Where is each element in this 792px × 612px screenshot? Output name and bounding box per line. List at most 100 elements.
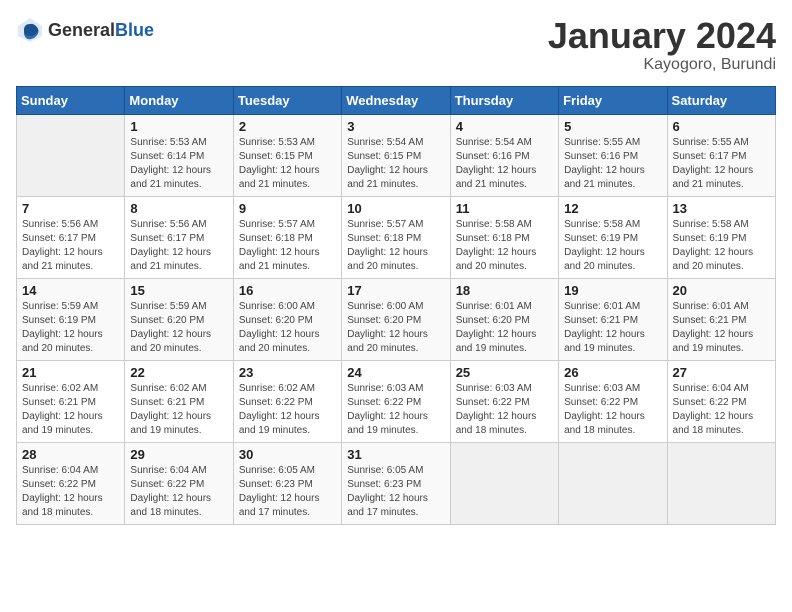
calendar-cell <box>450 442 558 524</box>
day-info: Sunrise: 6:01 AM Sunset: 6:20 PM Dayligh… <box>456 300 553 356</box>
day-info: Sunrise: 5:55 AM Sunset: 6:16 PM Dayligh… <box>564 136 661 192</box>
day-info: Sunrise: 6:04 AM Sunset: 6:22 PM Dayligh… <box>22 464 119 520</box>
day-number: 8 <box>130 201 227 216</box>
day-number: 18 <box>456 283 553 298</box>
calendar-cell <box>559 442 667 524</box>
calendar-cell: 29Sunrise: 6:04 AM Sunset: 6:22 PM Dayli… <box>125 442 233 524</box>
day-number: 6 <box>673 119 770 134</box>
logo-icon <box>16 16 44 44</box>
day-number: 14 <box>22 283 119 298</box>
day-number: 24 <box>347 365 444 380</box>
day-number: 17 <box>347 283 444 298</box>
calendar-cell <box>667 442 775 524</box>
day-number: 31 <box>347 447 444 462</box>
calendar-cell: 31Sunrise: 6:05 AM Sunset: 6:23 PM Dayli… <box>342 442 450 524</box>
calendar-week-row: 1 Sunrise: 5:53 AM Sunset: 6:14 PM Daylig… <box>17 114 776 196</box>
logo-text: GeneralBlue <box>48 20 154 41</box>
day-number: 15 <box>130 283 227 298</box>
header-monday: Monday <box>125 86 233 114</box>
day-info: Sunrise: 5:59 AM Sunset: 6:19 PM Dayligh… <box>22 300 119 356</box>
day-info: Sunrise: 5:54 AM Sunset: 6:15 PM Dayligh… <box>347 136 444 192</box>
header-sunday: Sunday <box>17 86 125 114</box>
calendar-cell: 18 Sunrise: 6:01 AM Sunset: 6:20 PM Dayli… <box>450 278 558 360</box>
calendar-cell: 9 Sunrise: 5:57 AM Sunset: 6:18 PM Daylig… <box>233 196 341 278</box>
day-number: 1 <box>130 119 227 134</box>
day-info: Sunrise: 5:58 AM Sunset: 6:18 PM Dayligh… <box>456 218 553 274</box>
calendar-cell: 13 Sunrise: 5:58 AM Sunset: 6:19 PM Dayli… <box>667 196 775 278</box>
calendar-cell: 27 Sunrise: 6:04 AM Sunset: 6:22 PM Dayli… <box>667 360 775 442</box>
calendar-cell: 3 Sunrise: 5:54 AM Sunset: 6:15 PM Daylig… <box>342 114 450 196</box>
logo-general: General <box>48 20 115 40</box>
day-number: 19 <box>564 283 661 298</box>
header-tuesday: Tuesday <box>233 86 341 114</box>
day-info: Sunrise: 5:56 AM Sunset: 6:17 PM Dayligh… <box>22 218 119 274</box>
calendar-cell: 22 Sunrise: 6:02 AM Sunset: 6:21 PM Dayli… <box>125 360 233 442</box>
month-year: January 2024 <box>548 16 776 56</box>
day-info: Sunrise: 5:53 AM Sunset: 6:14 PM Dayligh… <box>130 136 227 192</box>
calendar-cell: 19 Sunrise: 6:01 AM Sunset: 6:21 PM Dayli… <box>559 278 667 360</box>
day-number: 2 <box>239 119 336 134</box>
day-number: 25 <box>456 365 553 380</box>
calendar-cell: 21Sunrise: 6:02 AM Sunset: 6:21 PM Dayli… <box>17 360 125 442</box>
calendar-cell: 25 Sunrise: 6:03 AM Sunset: 6:22 PM Dayli… <box>450 360 558 442</box>
day-number: 27 <box>673 365 770 380</box>
calendar-cell: 17 Sunrise: 6:00 AM Sunset: 6:20 PM Dayli… <box>342 278 450 360</box>
day-info: Sunrise: 5:57 AM Sunset: 6:18 PM Dayligh… <box>239 218 336 274</box>
day-info: Sunrise: 6:05 AM Sunset: 6:23 PM Dayligh… <box>239 464 336 520</box>
header-thursday: Thursday <box>450 86 558 114</box>
day-number: 20 <box>673 283 770 298</box>
day-info: Sunrise: 5:55 AM Sunset: 6:17 PM Dayligh… <box>673 136 770 192</box>
calendar-cell <box>17 114 125 196</box>
header-wednesday: Wednesday <box>342 86 450 114</box>
location: Kayogoro, Burundi <box>548 56 776 74</box>
day-info: Sunrise: 5:54 AM Sunset: 6:16 PM Dayligh… <box>456 136 553 192</box>
calendar-cell: 23 Sunrise: 6:02 AM Sunset: 6:22 PM Dayli… <box>233 360 341 442</box>
day-number: 7 <box>22 201 119 216</box>
day-info: Sunrise: 5:57 AM Sunset: 6:18 PM Dayligh… <box>347 218 444 274</box>
calendar-cell: 5Sunrise: 5:55 AM Sunset: 6:16 PM Daylig… <box>559 114 667 196</box>
calendar-cell: 11 Sunrise: 5:58 AM Sunset: 6:18 PM Dayli… <box>450 196 558 278</box>
day-info: Sunrise: 6:01 AM Sunset: 6:21 PM Dayligh… <box>564 300 661 356</box>
calendar-cell: 7 Sunrise: 5:56 AM Sunset: 6:17 PM Daylig… <box>17 196 125 278</box>
calendar-header-row: SundayMondayTuesdayWednesdayThursdayFrid… <box>17 86 776 114</box>
day-info: Sunrise: 6:02 AM Sunset: 6:21 PM Dayligh… <box>130 382 227 438</box>
logo-blue: Blue <box>115 20 154 40</box>
day-number: 3 <box>347 119 444 134</box>
calendar-week-row: 21 Sunrise: 6:02 AM Sunset: 6:21 PM Dayli… <box>17 360 776 442</box>
day-number: 22 <box>130 365 227 380</box>
day-number: 9 <box>239 201 336 216</box>
day-info: Sunrise: 6:03 AM Sunset: 6:22 PM Dayligh… <box>456 382 553 438</box>
day-number: 23 <box>239 365 336 380</box>
day-info: Sunrise: 5:58 AM Sunset: 6:19 PM Dayligh… <box>564 218 661 274</box>
day-info: Sunrise: 6:02 AM Sunset: 6:22 PM Dayligh… <box>239 382 336 438</box>
day-info: Sunrise: 5:56 AM Sunset: 6:17 PM Dayligh… <box>130 218 227 274</box>
day-number: 11 <box>456 201 553 216</box>
day-number: 30 <box>239 447 336 462</box>
calendar-cell: 14 Sunrise: 5:59 AM Sunset: 6:19 PM Dayli… <box>17 278 125 360</box>
day-number: 21 <box>22 365 119 380</box>
calendar-week-row: 28Sunrise: 6:04 AM Sunset: 6:22 PM Dayli… <box>17 442 776 524</box>
day-info: Sunrise: 6:00 AM Sunset: 6:20 PM Dayligh… <box>239 300 336 356</box>
calendar-cell: 12Sunrise: 5:58 AM Sunset: 6:19 PM Dayli… <box>559 196 667 278</box>
calendar-cell: 6 Sunrise: 5:55 AM Sunset: 6:17 PM Daylig… <box>667 114 775 196</box>
calendar-week-row: 14 Sunrise: 5:59 AM Sunset: 6:19 PM Dayli… <box>17 278 776 360</box>
day-number: 26 <box>564 365 661 380</box>
day-info: Sunrise: 6:03 AM Sunset: 6:22 PM Dayligh… <box>564 382 661 438</box>
day-info: Sunrise: 6:00 AM Sunset: 6:20 PM Dayligh… <box>347 300 444 356</box>
day-info: Sunrise: 6:03 AM Sunset: 6:22 PM Dayligh… <box>347 382 444 438</box>
calendar-cell: 2Sunrise: 5:53 AM Sunset: 6:15 PM Daylig… <box>233 114 341 196</box>
day-info: Sunrise: 6:04 AM Sunset: 6:22 PM Dayligh… <box>673 382 770 438</box>
calendar-cell: 26 Sunrise: 6:03 AM Sunset: 6:22 PM Dayli… <box>559 360 667 442</box>
day-info: Sunrise: 6:01 AM Sunset: 6:21 PM Dayligh… <box>673 300 770 356</box>
calendar-cell: 4 Sunrise: 5:54 AM Sunset: 6:16 PM Daylig… <box>450 114 558 196</box>
calendar-cell: 8 Sunrise: 5:56 AM Sunset: 6:17 PM Daylig… <box>125 196 233 278</box>
calendar-cell: 20 Sunrise: 6:01 AM Sunset: 6:21 PM Dayli… <box>667 278 775 360</box>
day-number: 4 <box>456 119 553 134</box>
calendar-cell: 30 Sunrise: 6:05 AM Sunset: 6:23 PM Dayli… <box>233 442 341 524</box>
day-info: Sunrise: 6:04 AM Sunset: 6:22 PM Dayligh… <box>130 464 227 520</box>
day-number: 13 <box>673 201 770 216</box>
day-info: Sunrise: 5:58 AM Sunset: 6:19 PM Dayligh… <box>673 218 770 274</box>
calendar-week-row: 7 Sunrise: 5:56 AM Sunset: 6:17 PM Daylig… <box>17 196 776 278</box>
day-info: Sunrise: 5:59 AM Sunset: 6:20 PM Dayligh… <box>130 300 227 356</box>
header-saturday: Saturday <box>667 86 775 114</box>
